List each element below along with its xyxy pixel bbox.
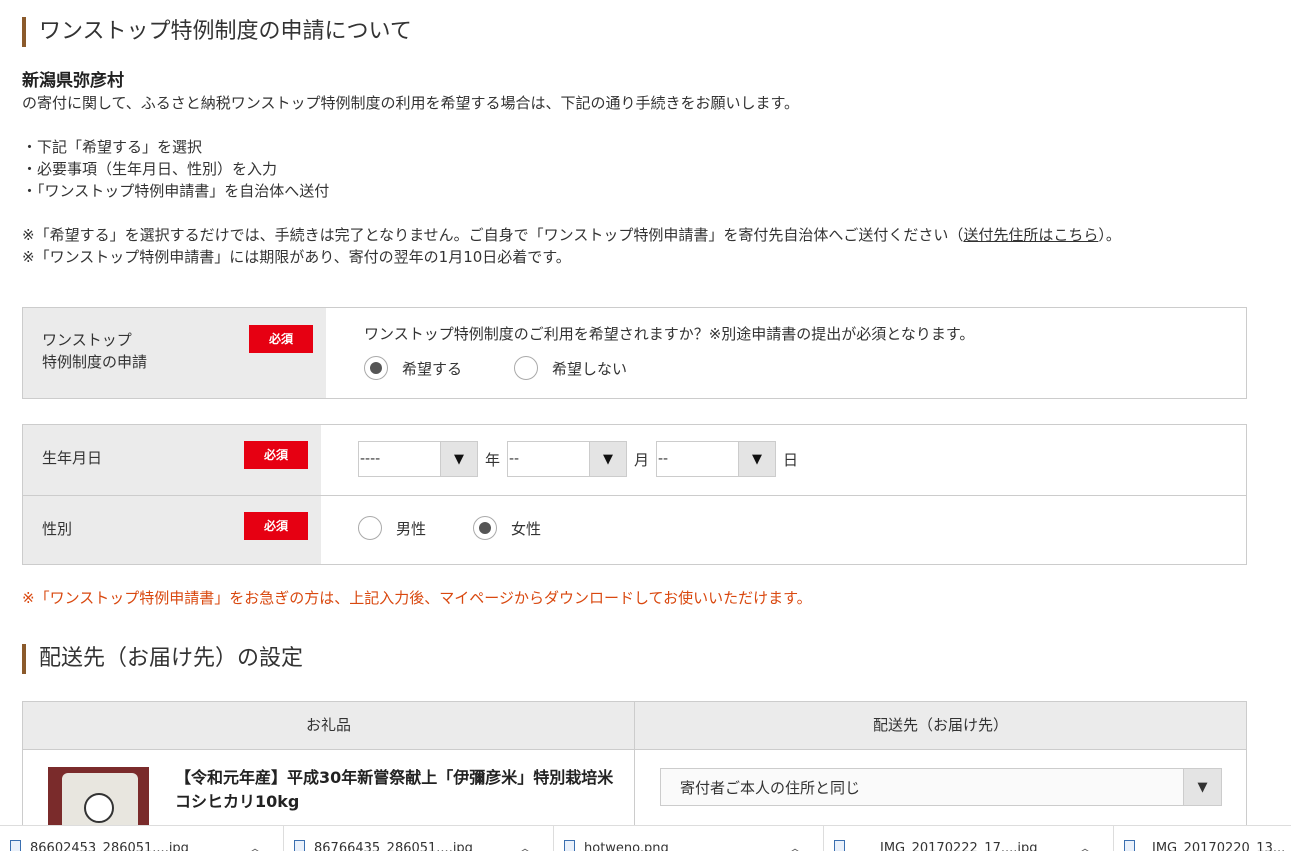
radio-circle[interactable] — [514, 356, 538, 380]
file-icon — [1124, 840, 1135, 851]
day-unit: 日 — [783, 451, 799, 469]
chevron-down-icon: ▼ — [440, 442, 477, 476]
chevron-down-icon: ▼ — [1183, 769, 1221, 805]
gender-field-cell: 男性 女性 — [321, 496, 1246, 564]
chevron-up-icon[interactable]: ︿ — [1079, 839, 1091, 851]
section-title-onestop: ワンストップ特例制度の申請について — [22, 17, 412, 47]
step-3: ・「ワンストップ特例申請書」を自治体へ送付 — [22, 182, 330, 200]
download-notice: ※「ワンストップ特例申請書」をお急ぎの方は、上記入力後、マイページからダウンロー… — [22, 589, 812, 607]
col-destination: 配送先（お届け先） — [872, 716, 1008, 734]
required-badge: 必須 — [244, 441, 308, 469]
birth-day-select[interactable]: -- ▼ — [656, 441, 776, 477]
section-title-delivery: 配送先（お届け先）の設定 — [22, 644, 303, 674]
download-item[interactable]: IMG_20170222_17....jpg ︿ — [824, 826, 1114, 851]
download-item[interactable]: 86602453_286051....jpg ︿ — [0, 826, 284, 851]
product-name: 【令和元年産】平成30年新嘗祭献上「伊彌彦米」特別栽培米コシヒカリ10kg — [175, 768, 614, 811]
required-badge: 必須 — [249, 325, 313, 353]
chevron-up-icon[interactable]: ︿ — [519, 839, 531, 851]
radio-gender-female[interactable]: 女性 — [473, 516, 541, 540]
note-1: ※「希望する」を選択するだけでは、手続きは完了となりません。ご自身で「ワンストッ… — [22, 226, 1121, 244]
chevron-up-icon[interactable]: ︿ — [789, 839, 801, 851]
birth-field-cell: ---- ▼ 年 -- ▼ 月 -- ▼ 日 — [321, 425, 1246, 495]
birth-label: 生年月日 — [42, 449, 103, 467]
gender-label-cell: 性別 必須 — [23, 496, 321, 564]
gender-label: 性別 — [42, 520, 73, 538]
address-link[interactable]: 送付先住所はこちら — [963, 226, 1098, 244]
personal-info-box: 生年月日 必須 ---- ▼ 年 -- ▼ 月 -- ▼ 日 性別 必須 男性 … — [22, 424, 1247, 565]
onestop-apply-box: ワンストップ 特例制度の申請 必須 ワンストップ特例制度のご利用を希望されますか… — [22, 307, 1247, 399]
download-item[interactable]: IMG_20170220_13... — [1114, 826, 1291, 851]
destination-select[interactable]: 寄付者ご本人の住所と同じ ▼ — [660, 768, 1222, 806]
year-unit: 年 — [485, 451, 501, 469]
month-unit: 月 — [634, 451, 650, 469]
birth-month-select[interactable]: -- ▼ — [507, 441, 627, 477]
file-icon — [294, 840, 305, 851]
radio-apply-yes[interactable]: 希望する — [364, 356, 462, 380]
step-1: ・下記「希望する」を選択 — [22, 138, 203, 156]
birth-label-cell: 生年月日 必須 — [23, 425, 321, 495]
radio-apply-no[interactable]: 希望しない — [514, 356, 627, 380]
chevron-down-icon: ▼ — [589, 442, 626, 476]
file-icon — [834, 840, 845, 851]
radio-circle[interactable] — [364, 356, 388, 380]
municipality-name: 新潟県弥彦村 — [22, 71, 124, 91]
radio-circle[interactable] — [473, 516, 497, 540]
chevron-down-icon: ▼ — [738, 442, 775, 476]
onestop-intro: 新潟県弥彦村 の寄付に関して、ふるさと納税ワンストップ特例制度の利用を希望する場… — [22, 70, 1252, 268]
delivery-table-header: お礼品 配送先（お届け先） — [23, 702, 1246, 750]
note-2: ※「ワンストップ特例申請書」には期限があり、寄付の翌年の1月10日必着です。 — [22, 248, 571, 266]
step-2: ・必要事項（生年月日、性別）を入力 — [22, 160, 278, 178]
apply-label-cell: ワンストップ 特例制度の申請 必須 — [23, 308, 326, 398]
apply-question: ワンストップ特例制度のご利用を希望されますか？※別途申請書の提出が必須となります… — [364, 325, 975, 343]
file-icon — [10, 840, 21, 851]
file-icon — [564, 840, 575, 851]
radio-gender-male[interactable]: 男性 — [358, 516, 426, 540]
download-bar: 86602453_286051....jpg ︿ 86766435_286051… — [0, 825, 1291, 851]
download-item[interactable]: 86766435_286051....jpg ︿ — [284, 826, 554, 851]
required-badge: 必須 — [244, 512, 308, 540]
chevron-up-icon[interactable]: ︿ — [249, 839, 261, 851]
radio-circle[interactable] — [358, 516, 382, 540]
intro-text: の寄付に関して、ふるさと納税ワンストップ特例制度の利用を希望する場合は、下記の通… — [22, 94, 800, 112]
apply-field-cell: ワンストップ特例制度のご利用を希望されますか？※別途申請書の提出が必須となります… — [326, 308, 1246, 398]
apply-label: ワンストップ 特例制度の申請 — [42, 331, 148, 371]
download-item[interactable]: hotweno.png ︿ — [554, 826, 824, 851]
col-gift: お礼品 — [23, 702, 635, 749]
birth-year-select[interactable]: ---- ▼ — [358, 441, 478, 477]
